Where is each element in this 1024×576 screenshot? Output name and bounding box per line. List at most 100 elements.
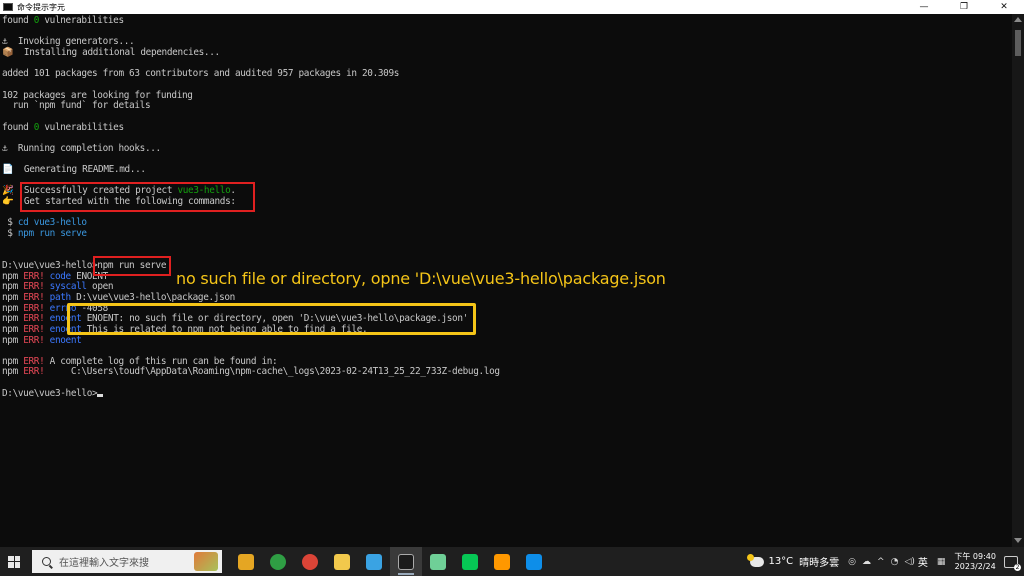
console-line: $ npm run serve [2,228,87,239]
tray-network-icon[interactable]: ◎ [848,557,856,567]
taskbar-search[interactable]: 在這裡輸入文字來搜 [32,550,222,573]
console-text-segment: vulnerabilities [39,15,124,26]
command-highlight-box [93,256,171,276]
console-text-segment: 102 packages are looking for funding [2,89,193,101]
console-text-segment: npm [2,355,24,367]
console-line: 102 packages are looking for funding [2,90,193,101]
command-prompt-icon [398,553,414,570]
console-text-segment: vulnerabilities [39,121,124,133]
console-text-segment: C:\Users\toudf\AppData\Roaming\npm-cache… [44,366,500,378]
tray-wifi-icon[interactable]: ◔ [891,557,899,567]
clock-time: 下午 09:40 [954,551,996,561]
console-text-segment: npm [2,334,24,346]
clock[interactable]: 下午 09:40 2023/2/24 [954,552,996,572]
console-text-segment: run `npm fund` for details [2,100,151,112]
console-text-segment: ERR! [23,334,45,346]
ime-indicator[interactable]: 英 [918,554,928,569]
minimize-button[interactable]: — [904,0,944,14]
maximize-button[interactable]: ❐ [944,0,984,14]
window-titlebar[interactable]: 命令提示字元 — ❐ ✕ [0,0,1024,14]
taskbar-app-notepad[interactable] [422,547,454,576]
taskbar-app-file-manager[interactable] [230,547,262,576]
console-line: ⚓ Invoking generators... [2,36,135,48]
notification-icon[interactable] [1004,555,1021,571]
console-text-segment: npm [2,270,24,282]
search-icon [42,557,51,566]
console-text-segment: ERR! [23,355,45,367]
console-text-segment: 📄 Generating README.md... [2,164,146,176]
line-icon [462,553,478,570]
console-line: 📄 Generating README.md... [2,164,146,175]
taskbar-app-sublime[interactable] [486,547,518,576]
console-line: added 101 packages from 63 contributors … [2,68,399,79]
console-text-segment: npm [2,291,24,303]
console-text-segment: found [2,15,34,26]
text-cursor [97,393,104,397]
search-placeholder: 在這裡輸入文字來搜 [59,558,149,569]
window-title: 命令提示字元 [17,2,65,12]
console-line: found 0 vulnerabilities [2,15,124,26]
console-text-segment: ERR! [23,313,45,325]
console-text-segment: cd vue3-hello [17,217,87,229]
taskbar-app-line[interactable] [454,547,486,576]
taskbar: 在這裡輸入文字來搜 13°C 晴時多雲 ◎ ☁ ^ ◔ ◁) 英 ▦ 下午 09… [0,547,1024,576]
console-text-segment: npm run serve [17,228,87,239]
taskbar-app-teamviewer[interactable] [518,547,550,576]
tray-cloud-icon[interactable]: ☁ [862,557,871,567]
close-button[interactable]: ✕ [984,0,1024,14]
console-line: ⚓ Running completion hooks... [2,143,161,154]
console-line: npm ERR! enoent [2,334,82,346]
console-text-segment: path [49,291,72,303]
console-line: npm ERR! C:\Users\toudf\AppData\Roaming\… [2,366,500,377]
console-text-segment: npm [2,281,24,293]
search-highlight-art-icon[interactable] [194,552,218,571]
scroll-thumb[interactable] [1015,30,1021,56]
taskbar-app-file-explorer[interactable] [326,547,358,576]
console-text-segment: npm [2,302,24,314]
taskbar-app-edge[interactable] [358,547,390,576]
clock-date: 2023/2/24 [954,561,996,571]
console-text-segment: ERR! [23,323,45,335]
taskbar-app-command-prompt[interactable] [390,547,422,576]
weather-desc: 晴時多雲 [799,558,840,569]
console-text-segment: syscall [49,281,87,293]
console-line: npm ERR! A complete log of this run can … [2,355,278,367]
chrome-2-icon [302,553,318,570]
windows-logo-icon [8,555,20,568]
console-text-segment: ERR! [23,302,45,314]
ime-mode-icon[interactable]: ▦ [937,557,946,567]
console-line: 📦 Installing additional dependencies... [2,47,220,58]
console-line: npm ERR! syscall open [2,281,114,293]
taskbar-app-chrome[interactable] [262,547,294,576]
show-hidden-icons-icon[interactable]: ^ [877,557,885,567]
scroll-up-arrow-icon[interactable] [1014,17,1022,22]
command-prompt-icon [3,3,13,11]
sublime-icon [494,553,510,570]
taskbar-apps [230,547,550,576]
console-text-segment: ERR! [23,291,45,303]
system-tray: 13°C 晴時多雲 ◎ ☁ ^ ◔ ◁) 英 ▦ 下午 09:40 2023/2… [747,547,1024,576]
error-annotation: no such file or directory, opne 'D:\vue\… [176,269,666,288]
console-text-segment: A complete log of this run can be found … [44,355,278,367]
console-text-segment: code [49,270,72,282]
console-text-segment: D:\vue\vue3-hello\package.json [70,291,235,303]
success-highlight-box [20,182,255,212]
weather-icon[interactable] [747,553,765,567]
edge-icon [366,553,382,570]
console-line: npm ERR! path D:\vue\vue3-hello\package.… [2,292,235,303]
console-text-segment: open [86,281,114,293]
vertical-scrollbar[interactable] [1012,14,1024,547]
console-text-segment: ⚓ Running completion hooks... [2,142,161,154]
tray-volume-icon[interactable]: ◁) [904,557,914,567]
console-text-segment: 📦 Installing additional dependencies... [2,46,220,58]
console-text-segment: ⚓ Invoking generators... [2,36,135,48]
console-text-segment: ERR! [23,366,45,378]
console-line: D:\vue\vue3-hello> [2,388,104,399]
window-controls: — ❐ ✕ [904,0,1024,14]
start-button[interactable] [0,547,28,576]
console-text-segment: found [2,121,34,133]
console-line: run `npm fund` for details [2,100,151,112]
taskbar-app-chrome-2[interactable] [294,547,326,576]
scroll-down-arrow-icon[interactable] [1014,538,1022,543]
console-text-segment: $ [2,228,18,239]
